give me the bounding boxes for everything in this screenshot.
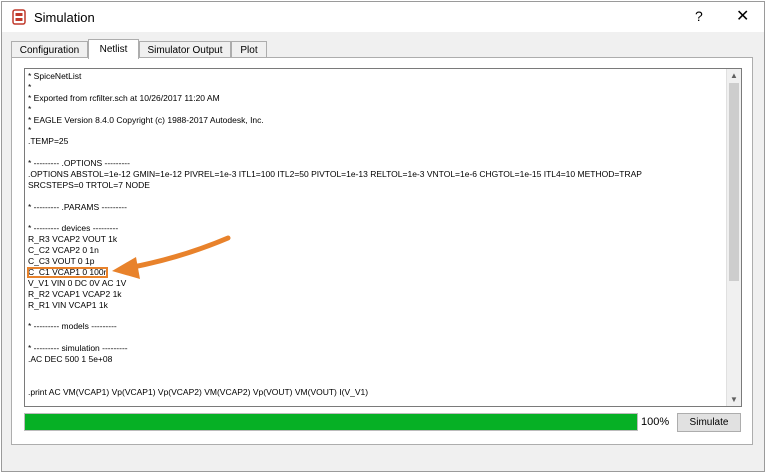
netlist-line: .print AC VM(VCAP1) Vp(VCAP1) Vp(VCAP2) …: [28, 386, 369, 397]
netlist-line: [28, 213, 725, 224]
netlist-line: * EAGLE Version 8.4.0 Copyright (c) 1988…: [28, 114, 264, 125]
scroll-up-icon[interactable]: ▲: [730, 71, 738, 80]
netlist-line: * --------- devices ---------: [28, 223, 119, 234]
netlist-line: * --------- .OPTIONS ---------: [28, 158, 130, 169]
window-title: Simulation: [34, 10, 95, 25]
netlist-line: * --------- .PARAMS ---------: [28, 201, 127, 212]
netlist-line: *: [28, 125, 32, 136]
title-bar: Simulation ? ✕: [2, 2, 764, 32]
tab-configuration[interactable]: Configuration: [11, 41, 88, 58]
netlist-line: [28, 147, 725, 158]
netlist-line: C_C3 VOUT 0 1p: [28, 256, 95, 267]
simulate-button[interactable]: Simulate: [677, 413, 741, 432]
scrollbar-thumb[interactable]: [729, 83, 739, 281]
netlist-line: SRCSTEPS=0 TRTOL=7 NODE: [28, 179, 150, 190]
scroll-down-icon[interactable]: ▼: [730, 395, 738, 404]
netlist-line: R_R3 VCAP2 VOUT 1k: [28, 234, 118, 245]
netlist-line: C_C2 VCAP2 0 1n: [28, 245, 99, 256]
tab-simulator-output[interactable]: Simulator Output: [139, 41, 231, 58]
tab-netlist[interactable]: Netlist: [88, 39, 139, 59]
close-button[interactable]: ✕: [736, 6, 749, 26]
netlist-textarea[interactable]: * SpiceNetList * * Exported from rcfilter.…: [24, 68, 742, 407]
netlist-line: .OPTIONS ABSTOL=1e-12 GMIN=1e-12 PIVREL=…: [28, 169, 642, 180]
netlist-line: V_V1 VIN 0 DC 0V AC 1V: [28, 277, 127, 288]
tab-plot[interactable]: Plot: [231, 41, 267, 58]
app-icon: [12, 9, 26, 25]
netlist-line: *: [28, 81, 32, 92]
progress-percent: 100%: [641, 416, 670, 428]
netlist-line: .TEMP=25: [28, 136, 69, 147]
netlist-line: [28, 365, 725, 376]
netlist-line: .AC DEC 500 1 5e+08: [28, 354, 113, 365]
netlist-line: C_C1 VCAP1 0 100n: [28, 267, 109, 278]
netlist-line: R_R1 VIN VCAP1 1k: [28, 299, 108, 310]
netlist-line: *: [28, 103, 32, 114]
progress-bar: [24, 413, 638, 431]
netlist-line: * Exported from rcfilter.sch at 10/26/20…: [28, 92, 220, 103]
netlist-line: * SpiceNetList: [28, 71, 82, 81]
help-button[interactable]: ?: [695, 8, 703, 24]
netlist-line: [28, 332, 725, 343]
progress-fill: [25, 414, 637, 430]
netlist-line: [28, 191, 725, 202]
netlist-line: R_R2 VCAP1 VCAP2 1k: [28, 288, 122, 299]
netlist-line: [28, 311, 725, 322]
netlist-text: * SpiceNetList * * Exported from rcfilter.…: [28, 71, 725, 398]
netlist-line: * --------- simulation ---------: [28, 343, 128, 354]
netlist-line: * --------- models ---------: [28, 321, 117, 332]
vertical-scrollbar[interactable]: ▲ ▼: [726, 69, 741, 406]
netlist-line: [28, 376, 725, 387]
